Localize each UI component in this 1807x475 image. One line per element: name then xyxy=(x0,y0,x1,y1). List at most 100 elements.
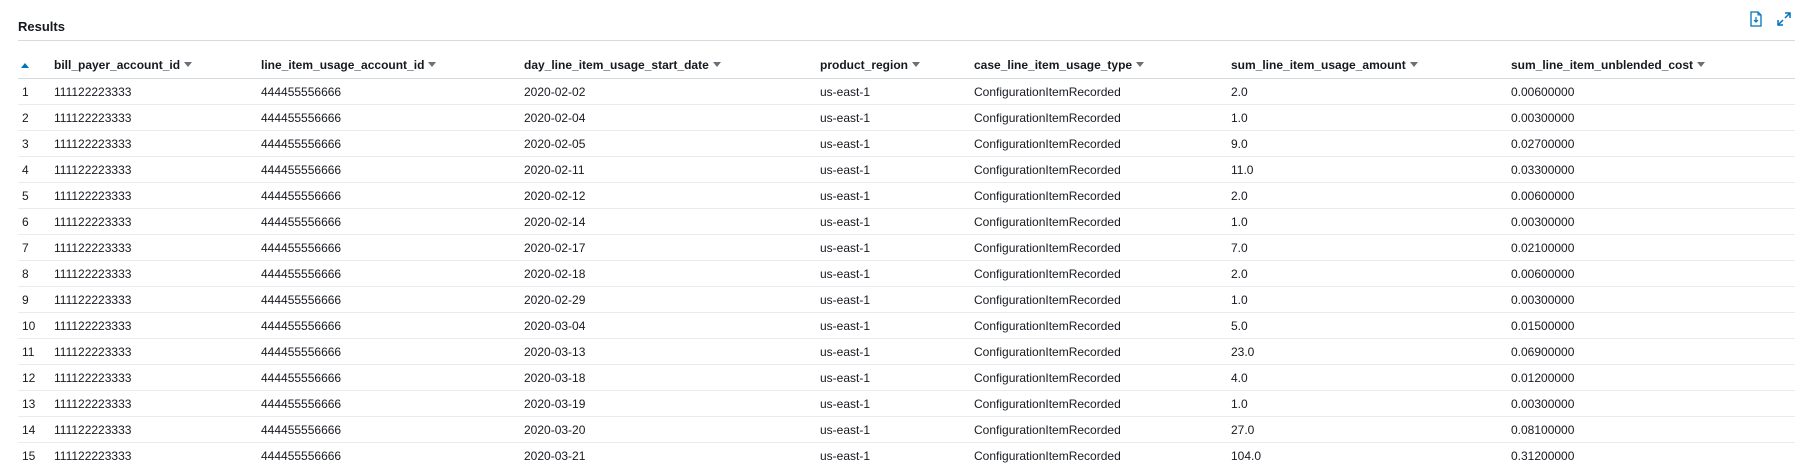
table-row: 13 111122223333 444455556666 2020-03-19 us-e… xyxy=(18,390,1795,417)
cell-line-item-usage-account-id: 444455556666 xyxy=(261,442,524,468)
cell-day-line-item-usage-start-date: 2020-03-13 xyxy=(524,338,820,365)
cell-sum-line-item-usage-amount: 9.0 xyxy=(1231,130,1511,157)
cell-sum-line-item-unblended-cost: 0.00300000 xyxy=(1511,286,1795,313)
cell-sum-line-item-usage-amount: 5.0 xyxy=(1231,312,1511,339)
row-number-cell: 3 xyxy=(18,130,54,157)
sort-dropdown-icon[interactable] xyxy=(912,61,921,67)
sort-dropdown-icon[interactable] xyxy=(1409,61,1418,67)
column-header-label: case_line_item_usage_type xyxy=(974,57,1133,72)
cell-sum-line-item-usage-amount: 4.0 xyxy=(1231,364,1511,391)
cell-sum-line-item-usage-amount: 27.0 xyxy=(1231,416,1511,443)
cell-case-line-item-usage-type: ConfigurationItemRecorded xyxy=(974,130,1231,157)
sort-dropdown-icon[interactable] xyxy=(428,61,437,67)
cell-sum-line-item-usage-amount: 1.0 xyxy=(1231,104,1511,131)
column-header-case-line-item-usage-type[interactable]: case_line_item_usage_type xyxy=(974,51,1231,79)
column-header-label: line_item_usage_account_id xyxy=(261,57,425,72)
column-header-label: bill_payer_account_id xyxy=(54,57,181,72)
cell-sum-line-item-usage-amount: 11.0 xyxy=(1231,156,1511,183)
table-row: 11 111122223333 444455556666 2020-03-13 us-e… xyxy=(18,338,1795,365)
row-number-cell: 1 xyxy=(18,78,54,105)
cell-line-item-usage-account-id: 444455556666 xyxy=(261,260,524,287)
column-header-day-line-item-usage-start-date[interactable]: day_line_item_usage_start_date xyxy=(524,51,820,79)
cell-line-item-usage-account-id: 444455556666 xyxy=(261,234,524,261)
sort-dropdown-icon[interactable] xyxy=(1697,61,1706,67)
results-table: bill_payer_account_id line_item_usage_acc… xyxy=(18,51,1795,468)
column-header-sum-line-item-usage-amount[interactable]: sum_line_item_usage_amount xyxy=(1231,51,1511,79)
row-number-cell: 5 xyxy=(18,182,54,209)
cell-sum-line-item-unblended-cost: 0.01200000 xyxy=(1511,364,1795,391)
cell-product-region: us-east-1 xyxy=(820,364,974,391)
cell-sum-line-item-usage-amount: 2.0 xyxy=(1231,78,1511,105)
cell-sum-line-item-unblended-cost: 0.31200000 xyxy=(1511,442,1795,468)
cell-day-line-item-usage-start-date: 2020-02-29 xyxy=(524,286,820,313)
cell-bill-payer-account-id: 111122223333 xyxy=(54,156,261,183)
cell-bill-payer-account-id: 111122223333 xyxy=(54,234,261,261)
cell-day-line-item-usage-start-date: 2020-02-17 xyxy=(524,234,820,261)
results-panel: Results bill_payer_account_id line_item_… xyxy=(0,0,1807,475)
cell-product-region: us-east-1 xyxy=(820,338,974,365)
expand-icon[interactable] xyxy=(1775,10,1793,28)
cell-product-region: us-east-1 xyxy=(820,104,974,131)
cell-sum-line-item-unblended-cost: 0.00300000 xyxy=(1511,390,1795,417)
table-row: 4 111122223333 444455556666 2020-02-11 us-ea… xyxy=(18,156,1795,183)
column-header-bill-payer-account-id[interactable]: bill_payer_account_id xyxy=(54,51,261,79)
cell-sum-line-item-unblended-cost: 0.08100000 xyxy=(1511,416,1795,443)
cell-bill-payer-account-id: 111122223333 xyxy=(54,390,261,417)
column-header-label: product_region xyxy=(820,57,909,72)
row-number-cell: 8 xyxy=(18,260,54,287)
cell-day-line-item-usage-start-date: 2020-03-21 xyxy=(524,442,820,468)
table-row: 12 111122223333 444455556666 2020-03-18 us-e… xyxy=(18,364,1795,391)
cell-day-line-item-usage-start-date: 2020-03-19 xyxy=(524,390,820,417)
cell-bill-payer-account-id: 111122223333 xyxy=(54,208,261,235)
row-number-cell: 11 xyxy=(18,338,54,365)
column-header-line-item-usage-account-id[interactable]: line_item_usage_account_id xyxy=(261,51,524,79)
cell-product-region: us-east-1 xyxy=(820,260,974,287)
cell-sum-line-item-unblended-cost: 0.06900000 xyxy=(1511,338,1795,365)
sort-dropdown-icon[interactable] xyxy=(184,61,193,67)
row-number-cell: 15 xyxy=(18,442,54,468)
cell-sum-line-item-unblended-cost: 0.02100000 xyxy=(1511,234,1795,261)
cell-product-region: us-east-1 xyxy=(820,286,974,313)
cell-line-item-usage-account-id: 444455556666 xyxy=(261,312,524,339)
cell-line-item-usage-account-id: 444455556666 xyxy=(261,364,524,391)
cell-bill-payer-account-id: 111122223333 xyxy=(54,130,261,157)
cell-bill-payer-account-id: 111122223333 xyxy=(54,364,261,391)
sort-dropdown-icon[interactable] xyxy=(712,61,721,67)
row-number-cell: 12 xyxy=(18,364,54,391)
cell-line-item-usage-account-id: 444455556666 xyxy=(261,338,524,365)
cell-sum-line-item-unblended-cost: 0.00600000 xyxy=(1511,260,1795,287)
cell-sum-line-item-unblended-cost: 0.03300000 xyxy=(1511,156,1795,183)
cell-case-line-item-usage-type: ConfigurationItemRecorded xyxy=(974,182,1231,209)
cell-sum-line-item-unblended-cost: 0.00600000 xyxy=(1511,78,1795,105)
cell-sum-line-item-usage-amount: 23.0 xyxy=(1231,338,1511,365)
cell-case-line-item-usage-type: ConfigurationItemRecorded xyxy=(974,390,1231,417)
column-header-sum-line-item-unblended-cost[interactable]: sum_line_item_unblended_cost xyxy=(1511,51,1795,79)
cell-sum-line-item-usage-amount: 1.0 xyxy=(1231,286,1511,313)
cell-bill-payer-account-id: 111122223333 xyxy=(54,260,261,287)
cell-day-line-item-usage-start-date: 2020-02-18 xyxy=(524,260,820,287)
cell-product-region: us-east-1 xyxy=(820,182,974,209)
cell-sum-line-item-usage-amount: 104.0 xyxy=(1231,442,1511,468)
column-header-product-region[interactable]: product_region xyxy=(820,51,974,79)
cell-bill-payer-account-id: 111122223333 xyxy=(54,416,261,443)
cell-day-line-item-usage-start-date: 2020-02-14 xyxy=(524,208,820,235)
cell-case-line-item-usage-type: ConfigurationItemRecorded xyxy=(974,156,1231,183)
cell-case-line-item-usage-type: ConfigurationItemRecorded xyxy=(974,364,1231,391)
cell-day-line-item-usage-start-date: 2020-02-12 xyxy=(524,182,820,209)
download-results-icon[interactable] xyxy=(1747,10,1765,28)
table-row: 10 111122223333 444455556666 2020-03-04 us-e… xyxy=(18,312,1795,339)
cell-case-line-item-usage-type: ConfigurationItemRecorded xyxy=(974,312,1231,339)
cell-case-line-item-usage-type: ConfigurationItemRecorded xyxy=(974,208,1231,235)
table-row: 2 111122223333 444455556666 2020-02-04 us-ea… xyxy=(18,104,1795,131)
table-row: 3 111122223333 444455556666 2020-02-05 us-ea… xyxy=(18,130,1795,157)
cell-sum-line-item-unblended-cost: 0.00300000 xyxy=(1511,208,1795,235)
cell-case-line-item-usage-type: ConfigurationItemRecorded xyxy=(974,104,1231,131)
sort-dropdown-icon[interactable] xyxy=(1136,61,1145,67)
row-number-cell: 7 xyxy=(18,234,54,261)
table-row: 8 111122223333 444455556666 2020-02-18 us-ea… xyxy=(18,260,1795,287)
cell-line-item-usage-account-id: 444455556666 xyxy=(261,390,524,417)
cell-sum-line-item-usage-amount: 2.0 xyxy=(1231,182,1511,209)
row-number-cell: 9 xyxy=(18,286,54,313)
row-number-sort-header[interactable] xyxy=(18,51,54,79)
table-row: 7 111122223333 444455556666 2020-02-17 us-ea… xyxy=(18,234,1795,261)
